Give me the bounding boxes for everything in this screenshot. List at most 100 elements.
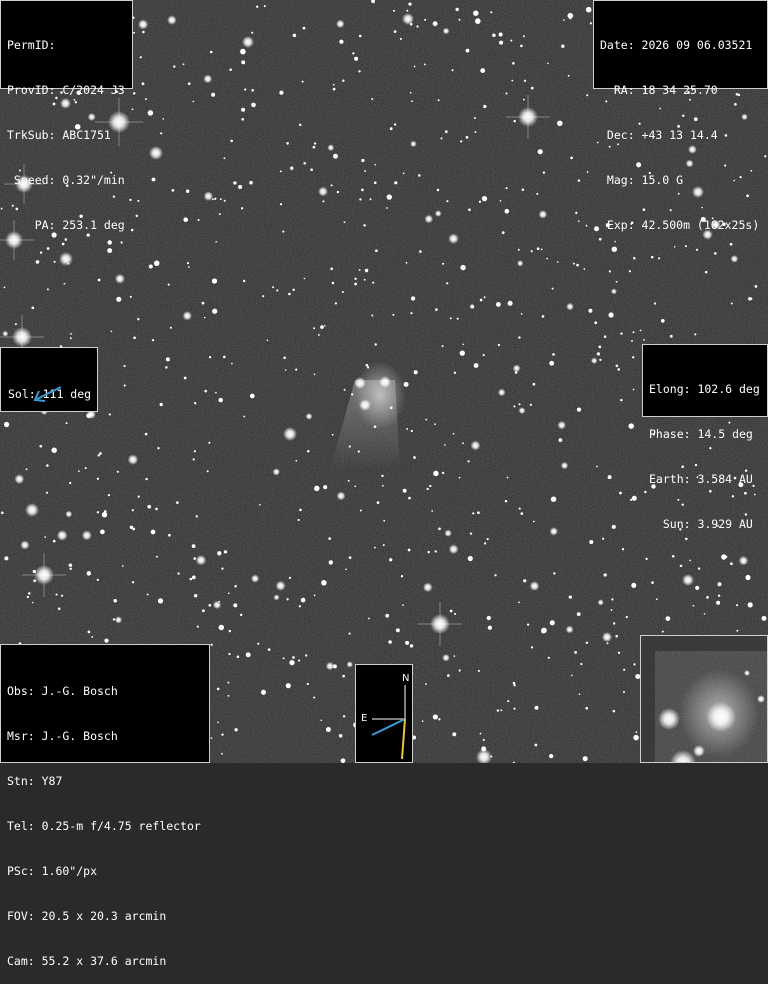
star [411, 100, 413, 103]
star [442, 653, 450, 662]
star [513, 405, 516, 408]
star [259, 503, 261, 506]
earth-distance: Earth: 3.584 AU [649, 472, 753, 486]
star [588, 308, 593, 313]
star [39, 251, 43, 254]
star [165, 366, 168, 369]
star [500, 709, 503, 712]
star [321, 580, 327, 586]
star [399, 37, 402, 40]
right-ascension: RA: 18 34 25.70 [600, 83, 718, 97]
star [364, 170, 367, 172]
star [479, 732, 482, 735]
star [69, 337, 72, 340]
star [123, 365, 126, 368]
star [458, 18, 461, 21]
star [289, 659, 295, 666]
star [318, 186, 328, 197]
star [97, 278, 101, 282]
star [611, 598, 614, 601]
star [364, 268, 369, 273]
star [286, 142, 289, 145]
star [216, 687, 220, 691]
star [586, 94, 589, 97]
star [406, 427, 409, 430]
star [192, 100, 195, 103]
star [585, 641, 589, 645]
star [628, 270, 632, 273]
star [211, 278, 218, 284]
star [631, 495, 637, 501]
star [333, 153, 338, 159]
star [568, 595, 572, 599]
star [208, 441, 211, 444]
declination: Dec: +43 13 14.4 [600, 128, 718, 142]
star [236, 655, 240, 659]
star [482, 354, 485, 357]
star [241, 117, 245, 121]
star [31, 306, 35, 310]
star [343, 221, 346, 224]
speed: Speed: 0.32"/min [7, 173, 125, 187]
star [374, 343, 377, 346]
star [563, 19, 565, 21]
star [694, 333, 697, 336]
star [633, 734, 639, 741]
star [302, 26, 306, 30]
star [260, 689, 267, 695]
star [147, 110, 154, 116]
star [313, 142, 317, 145]
star [342, 79, 345, 83]
star [241, 107, 246, 112]
star [354, 277, 357, 280]
star [275, 580, 286, 591]
star [306, 682, 309, 686]
star [272, 468, 281, 476]
star [736, 629, 739, 632]
star [361, 188, 364, 192]
star [469, 532, 473, 535]
star [183, 217, 189, 223]
star [57, 607, 61, 611]
star [520, 313, 523, 315]
star [167, 15, 177, 25]
star [61, 594, 64, 597]
star [144, 432, 148, 436]
star [14, 323, 17, 326]
star [632, 356, 635, 359]
star [473, 117, 476, 119]
star [706, 596, 709, 599]
star [477, 511, 480, 515]
star [323, 485, 328, 490]
star [444, 444, 446, 446]
star [214, 197, 217, 200]
star [223, 550, 228, 554]
zoom-inset-thumbnail [640, 635, 768, 763]
star [552, 353, 555, 356]
star [193, 450, 196, 453]
star [191, 544, 196, 548]
star [474, 131, 477, 134]
star [194, 594, 198, 598]
star [446, 200, 449, 203]
star [582, 756, 588, 762]
star [159, 402, 163, 407]
star [203, 316, 206, 319]
star [331, 281, 335, 285]
star [307, 450, 310, 453]
star [534, 705, 539, 710]
star [357, 450, 360, 453]
star [505, 92, 508, 95]
star [393, 123, 397, 126]
star [748, 296, 752, 301]
star [363, 224, 366, 227]
star [103, 510, 107, 513]
star [121, 565, 124, 567]
star [418, 174, 421, 177]
star [406, 9, 409, 12]
star [541, 315, 545, 318]
star [621, 547, 625, 551]
star [549, 753, 554, 759]
star [100, 529, 105, 535]
star [114, 273, 125, 284]
